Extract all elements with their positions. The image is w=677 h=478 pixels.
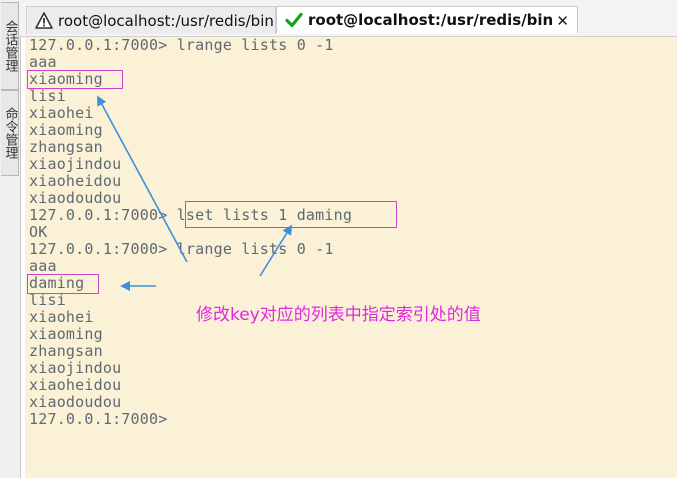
- terminal-line: xiaoheidou: [29, 376, 122, 394]
- tab-session-2-title: root@localhost:/usr/redis/bin: [308, 11, 554, 29]
- terminal-line: zhangsan: [29, 342, 103, 360]
- terminal-line: xiaohei: [29, 308, 94, 326]
- terminal-line: aaa: [29, 53, 57, 71]
- terminal-line: xiaoheidou: [29, 172, 122, 190]
- terminal-line: OK: [29, 223, 48, 241]
- terminal-line: xiaodoudou: [29, 393, 122, 411]
- annotation-text: 修改key对应的列表中指定索引处的值: [196, 305, 481, 325]
- warning-icon: [35, 12, 53, 30]
- tab-session-2[interactable]: root@localhost:/usr/redis/bin ✕: [276, 6, 578, 34]
- tab-session-1-title: root@localhost:/usr/redis/bin: [58, 11, 274, 30]
- sidebar-tab-command-manager[interactable]: 命令管理: [1, 90, 19, 176]
- highlight-box-lset-command: [185, 201, 397, 228]
- session-sidebar: 会话管理 命令管理: [0, 0, 21, 478]
- terminal-line: lisi: [29, 87, 66, 105]
- tab-session-1[interactable]: root@localhost:/usr/redis/bin: [26, 6, 276, 34]
- checkmark-icon: [285, 11, 303, 29]
- terminal-line: xiaoming: [29, 325, 103, 343]
- terminal-line: xiaohei: [29, 104, 94, 122]
- terminal-line: 127.0.0.1:7000> lrange lists 0 -1: [29, 36, 334, 54]
- sidebar-tab-session-manager[interactable]: 会话管理: [1, 2, 19, 90]
- terminal-line: xiaojindou: [29, 359, 122, 377]
- terminal-line: xiaojindou: [29, 155, 122, 173]
- terminal-line: 127.0.0.1:7000> lrange lists 0 -1: [29, 240, 334, 258]
- terminal-line: xiaoming: [29, 121, 103, 139]
- terminal-line: xiaodoudou: [29, 189, 122, 207]
- terminal-line: aaa: [29, 257, 57, 275]
- tab-bar: root@localhost:/usr/redis/bin root@local…: [20, 0, 677, 37]
- terminal-line: lisi: [29, 291, 66, 309]
- terminal-line: zhangsan: [29, 138, 103, 156]
- terminal-line: 127.0.0.1:7000>: [29, 410, 168, 428]
- highlight-box-original-value: [27, 70, 123, 89]
- terminal-output[interactable]: 127.0.0.1:7000> lrange lists 0 -1 aaa xi…: [25, 37, 677, 478]
- close-icon[interactable]: ✕: [556, 12, 569, 30]
- highlight-box-new-value: [27, 274, 99, 294]
